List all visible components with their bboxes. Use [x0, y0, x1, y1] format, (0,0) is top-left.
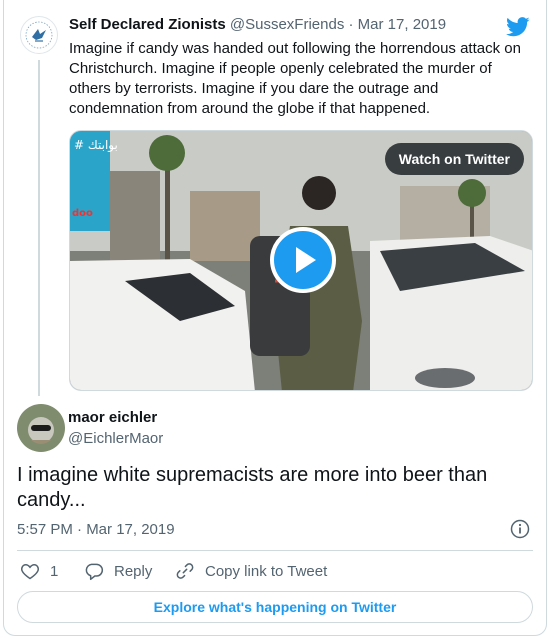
- reply-author-name[interactable]: maor eichler: [68, 409, 157, 426]
- like-button[interactable]: 1: [20, 561, 58, 581]
- reply-label: Reply: [114, 562, 153, 580]
- play-button[interactable]: [270, 227, 336, 293]
- play-icon: [296, 247, 316, 273]
- parent-date[interactable]: Mar 17, 2019: [358, 16, 446, 33]
- parent-tweet[interactable]: Self Declared Zionists @SussexFriends · …: [16, 10, 536, 396]
- link-icon: [176, 563, 194, 579]
- reply-tweet-text: I imagine white supremacists are more in…: [17, 464, 488, 511]
- reply-author-avatar[interactable]: [17, 404, 65, 452]
- parent-header: Self Declared Zionists @SussexFriends · …: [69, 16, 446, 33]
- explore-button[interactable]: Explore what's happening on Twitter: [17, 591, 533, 623]
- heart-icon: [21, 563, 39, 580]
- parent-author-name[interactable]: Self Declared Zionists: [69, 16, 226, 33]
- copy-link-label: Copy link to Tweet: [205, 562, 328, 580]
- reply-author-handle[interactable]: @EichlerMaor: [68, 430, 163, 447]
- like-count: 1: [50, 562, 59, 580]
- reply-button[interactable]: Reply: [84, 561, 152, 581]
- parent-avatar[interactable]: [20, 16, 58, 54]
- video-thumbnail[interactable]: # بوابتك doo Watch on Twitter: [69, 130, 533, 391]
- sign-text: # بوابتك: [74, 138, 118, 153]
- sign-text-2: doo: [72, 208, 93, 219]
- meta-separator: ·: [348, 16, 354, 33]
- info-icon[interactable]: [510, 519, 530, 544]
- dove-logo-icon: [25, 21, 53, 49]
- reply-bubble-icon: [85, 563, 104, 581]
- parent-handle[interactable]: @SussexFriends: [230, 16, 344, 33]
- parent-tweet-text: Imagine if candy was handed out followin…: [69, 40, 521, 117]
- watch-on-twitter-button[interactable]: Watch on Twitter: [384, 143, 524, 175]
- reply-timestamp[interactable]: 5:57 PM · Mar 17, 2019: [17, 521, 175, 538]
- divider: [17, 550, 533, 551]
- thread-line: [38, 60, 40, 396]
- copy-link-button[interactable]: Copy link to Tweet: [175, 561, 327, 581]
